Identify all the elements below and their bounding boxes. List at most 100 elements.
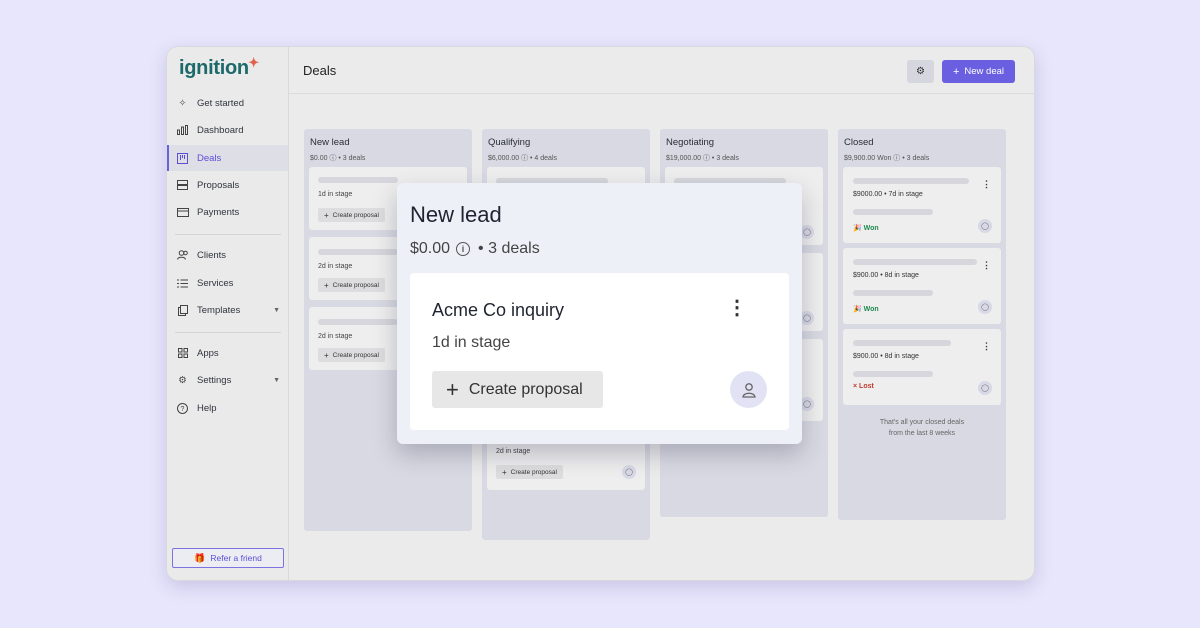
more-options-icon[interactable]: ⋮ <box>982 179 991 190</box>
create-proposal-button[interactable]: + Create proposal <box>432 371 603 408</box>
avatar[interactable]: ◯ <box>800 397 814 411</box>
deal-card[interactable]: Acme Co inquiry ⋮ 1d in stage + Create pr… <box>410 273 789 430</box>
create-proposal-button[interactable]: + Create proposal <box>318 278 385 292</box>
closed-footer: That's all your closed deals from the la… <box>838 417 1006 439</box>
refer-a-friend-button[interactable]: 🎁 Refer a friend <box>172 548 284 568</box>
closed-footer-line: from the last 8 weeks <box>888 430 956 437</box>
more-options-icon[interactable]: ⋮ <box>982 341 991 352</box>
sidebar-item-label: Apps <box>197 347 219 359</box>
deal-card[interactable]: ⋮ $900.00 • 8d in stage 🎉 Won ◯ <box>843 248 1001 324</box>
placeholder-bar <box>853 340 951 346</box>
avatar[interactable]: ◯ <box>978 300 992 314</box>
button-label: Create proposal <box>332 211 379 219</box>
sidebar-item-help[interactable]: ? Help <box>167 395 288 421</box>
won-icon: 🎉 <box>853 306 864 313</box>
deal-stage: 2d in stage <box>318 333 353 340</box>
deal-amount: $900.00 • 8d in stage <box>853 272 919 279</box>
sidebar-item-label: Templates <box>197 304 241 316</box>
sidebar-item-payments[interactable]: Payments <box>167 199 288 225</box>
avatar[interactable]: ◯ <box>978 219 992 233</box>
status-label: Won <box>863 225 879 232</box>
plus-icon: + <box>502 467 507 477</box>
refer-label: Refer a friend <box>210 553 262 563</box>
sidebar-divider <box>175 332 281 333</box>
sidebar-item-deals[interactable]: Deals <box>167 145 288 171</box>
popup-deal-count: • 3 deals <box>478 240 540 257</box>
column-meta: $9,900.00 Won ⓘ • 3 deals <box>844 155 930 162</box>
avatar[interactable]: ◯ <box>978 381 992 395</box>
placeholder-bar <box>853 209 933 215</box>
gear-icon: ⚙ <box>916 66 925 77</box>
kanban-icon <box>176 152 189 165</box>
avatar[interactable]: ◯ <box>800 311 814 325</box>
sidebar-item-clients[interactable]: Clients <box>167 242 288 268</box>
column-preview-popup: New lead $0.00 i • 3 deals Acme Co inqui… <box>397 183 802 444</box>
sidebar-item-settings[interactable]: ⚙ Settings ▼ <box>167 367 288 393</box>
info-icon[interactable]: i <box>456 242 471 256</box>
new-deal-label: New deal <box>964 66 1005 77</box>
sidebar-item-services[interactable]: Services <box>167 270 288 296</box>
sidebar-item-dashboard[interactable]: Dashboard <box>167 117 288 143</box>
column-title: New lead <box>310 137 350 148</box>
help-icon: ? <box>176 402 189 415</box>
avatar[interactable]: ◯ <box>622 465 636 479</box>
popup-amount: $0.00 <box>410 240 451 257</box>
deal-card[interactable]: ⋮ $9000.00 • 7d in stage 🎉 Won ◯ <box>843 167 1001 243</box>
placeholder-bar <box>853 371 933 377</box>
more-options-icon[interactable]: ⋮ <box>727 298 747 318</box>
column-meta: $6,000.00 ⓘ • 4 deals <box>488 155 557 162</box>
popup-title: New lead <box>410 202 502 227</box>
status-badge: 🎉 Won <box>853 224 879 232</box>
create-proposal-button[interactable]: + Create proposal <box>318 208 385 222</box>
list-icon <box>176 277 189 290</box>
sidebar-item-label: Clients <box>197 249 227 261</box>
user-icon: ◯ <box>981 304 989 311</box>
column-closed: Closed $9,900.00 Won ⓘ • 3 deals ⋮ $9000… <box>838 129 1006 520</box>
status-badge: × Lost <box>853 383 874 390</box>
column-title: Negotiating <box>666 137 715 148</box>
sidebar-divider <box>175 234 281 235</box>
sidebar-item-templates[interactable]: Templates ▼ <box>167 297 288 323</box>
create-proposal-button[interactable]: + Create proposal <box>496 465 563 479</box>
status-label: Lost <box>859 383 874 390</box>
placeholder-bar <box>318 319 398 325</box>
deal-card[interactable]: ⋮ $900.00 • 8d in stage × Lost ◯ <box>843 329 1001 405</box>
create-proposal-button[interactable]: + Create proposal <box>318 348 385 362</box>
sidebar-item-label: Dashboard <box>197 124 244 136</box>
user-icon: ◯ <box>803 315 811 322</box>
placeholder-bar <box>853 178 969 184</box>
gear-icon: ⚙ <box>178 374 187 386</box>
sidebar-item-get-started[interactable]: ✧ Get started <box>167 90 288 116</box>
placeholder-bar <box>318 249 398 255</box>
user-icon <box>741 382 756 398</box>
placeholder-bar <box>318 177 398 183</box>
users-icon <box>176 249 189 262</box>
more-options-icon[interactable]: ⋮ <box>982 260 991 271</box>
column-title: Closed <box>844 137 874 148</box>
bar-chart-icon <box>176 124 189 137</box>
deal-title: Acme Co inquiry <box>432 300 565 320</box>
sidebar-item-proposals[interactable]: Proposals <box>167 172 288 198</box>
deal-stage: 1d in stage <box>318 191 353 198</box>
avatar[interactable]: ◯ <box>800 225 814 239</box>
deal-stage: 1d in stage <box>432 334 511 351</box>
won-icon: 🎉 <box>853 225 864 232</box>
column-title: Qualifying <box>488 137 531 148</box>
user-icon: ◯ <box>803 401 811 408</box>
board-settings-button[interactable]: ⚙ <box>907 60 934 83</box>
plus-icon: + <box>324 280 329 290</box>
avatar[interactable] <box>730 371 767 408</box>
button-label: Create proposal <box>468 380 583 398</box>
logo-text: ignition <box>179 57 249 79</box>
card-icon <box>176 206 189 219</box>
status-label: Won <box>863 306 879 313</box>
chevron-down-icon: ▼ <box>273 306 280 314</box>
sidebar-item-apps[interactable]: Apps <box>167 340 288 366</box>
sidebar-item-label: Help <box>197 402 217 414</box>
new-deal-button[interactable]: + New deal <box>942 60 1015 83</box>
ignition-logo[interactable]: ignition ✦ <box>179 55 259 80</box>
user-icon: ◯ <box>981 385 989 392</box>
copy-icon <box>176 304 189 317</box>
user-icon: ◯ <box>803 229 811 236</box>
plus-icon: + <box>324 350 329 360</box>
